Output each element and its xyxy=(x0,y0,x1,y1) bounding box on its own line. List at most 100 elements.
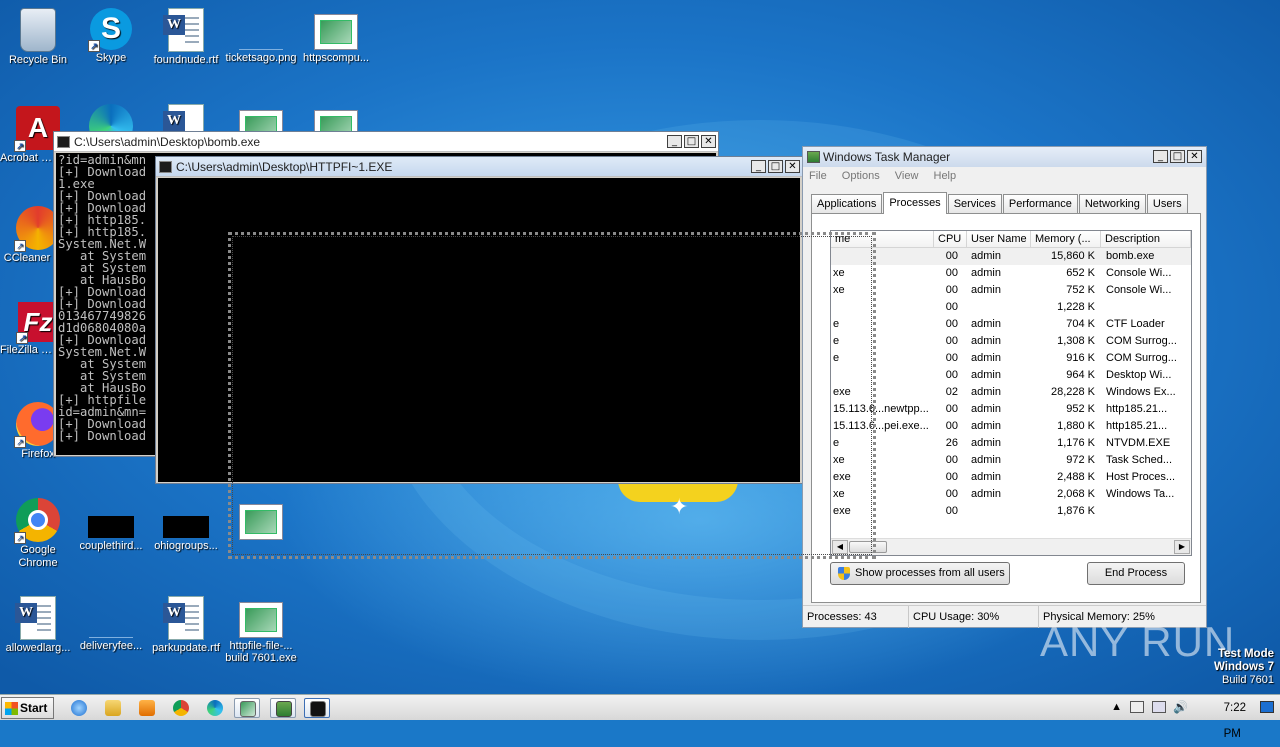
horizontal-scrollbar[interactable]: ◀ ▶ xyxy=(831,538,1191,555)
scroll-left-arrow-icon[interactable]: ◀ xyxy=(832,540,848,554)
maximize-button[interactable]: □ xyxy=(1170,150,1185,163)
show-all-processes-button[interactable]: Show processes from all users xyxy=(830,562,1010,585)
user-cell: admin xyxy=(971,318,1001,330)
httpfi-console-titlebar[interactable]: C:\Users\admin\Desktop\HTTPFI~1.EXE _ □ … xyxy=(156,157,802,177)
table-row[interactable]: e 26 admin 1,176 K NTVDM.EXE xyxy=(831,435,1191,452)
tab-performance[interactable]: Performance xyxy=(1002,194,1078,214)
table-row[interactable]: exe 02 admin 28,228 K Windows Ex... xyxy=(831,384,1191,401)
column-description[interactable]: Description xyxy=(1101,231,1191,248)
desktop-icon-ohiogroups[interactable]: ohiogroups... xyxy=(148,498,224,553)
minimize-button[interactable]: _ xyxy=(1153,150,1168,163)
desktop-icon-parkupdate[interactable]: W parkupdate.rtf xyxy=(148,596,224,655)
flag-icon[interactable] xyxy=(1130,701,1144,713)
task-manager-menubar: File Options View Help xyxy=(803,167,1206,185)
test-mode-line3: Build 7601 xyxy=(1222,674,1274,686)
desktop-icon-couplethird[interactable]: couplethird... xyxy=(73,498,149,553)
table-row[interactable]: xe 00 admin 752 K Console Wi... xyxy=(831,282,1191,299)
desktop-icon-skype[interactable]: S ↗ Skype xyxy=(73,8,149,65)
table-row[interactable]: exe 00 1,876 K xyxy=(831,503,1191,520)
memory-cell: 752 K xyxy=(1066,284,1095,296)
volume-icon[interactable]: 🔊 xyxy=(1173,700,1188,714)
task-manager-window[interactable]: Windows Task Manager _ □ ✕ File Options … xyxy=(802,146,1207,628)
taskbar-media-player[interactable] xyxy=(134,698,160,718)
memory-cell: 2,068 K xyxy=(1057,488,1095,500)
process-list[interactable]: me CPU User Name Memory (... Description… xyxy=(830,230,1192,556)
minimize-button[interactable]: _ xyxy=(667,135,682,148)
desktop-icon-ticketsago[interactable]: ticketsago.png xyxy=(223,8,299,65)
scrollbar-thumb[interactable] xyxy=(849,541,887,553)
task-manager-icon xyxy=(807,151,820,163)
memory-cell: 972 K xyxy=(1066,454,1095,466)
taskbar-image-viewer[interactable] xyxy=(234,698,260,718)
tab-processes[interactable]: Processes xyxy=(883,192,947,214)
tab-networking[interactable]: Networking xyxy=(1078,194,1146,214)
column-image-name[interactable]: me xyxy=(831,231,934,248)
close-button[interactable]: ✕ xyxy=(785,160,800,173)
taskbar-console[interactable] xyxy=(304,698,330,718)
cpu-cell: 00 xyxy=(945,284,958,296)
maximize-button[interactable]: □ xyxy=(684,135,699,148)
menu-options[interactable]: Options xyxy=(842,170,880,182)
minimize-button[interactable]: _ xyxy=(751,160,766,173)
maximize-button[interactable]: □ xyxy=(768,160,783,173)
taskbar-explorer[interactable] xyxy=(100,698,126,718)
desktop-icon-dragged-image[interactable] xyxy=(223,498,299,542)
desktop-icon-httpscompu[interactable]: httpscompu... xyxy=(298,8,374,65)
process-name-cell: xe xyxy=(833,284,845,296)
desktop-icon-allowedlarg[interactable]: W allowedlarg... xyxy=(0,596,76,655)
taskbar-task-manager[interactable] xyxy=(270,698,296,718)
close-button[interactable]: ✕ xyxy=(701,135,716,148)
table-row[interactable]: xe 00 admin 652 K Console Wi... xyxy=(831,265,1191,282)
tab-users[interactable]: Users xyxy=(1146,194,1188,214)
menu-view[interactable]: View xyxy=(895,170,919,182)
network-icon[interactable] xyxy=(1152,701,1166,713)
description-cell: http185.21... xyxy=(1106,403,1168,415)
description-cell: Windows Ex... xyxy=(1106,386,1176,398)
end-process-button[interactable]: End Process xyxy=(1087,562,1185,585)
bomb-console-titlebar[interactable]: C:\Users\admin\Desktop\bomb.exe _ □ ✕ xyxy=(54,132,718,152)
menu-help[interactable]: Help xyxy=(934,170,957,182)
desktop-icon-recycle-bin[interactable]: Recycle Bin xyxy=(0,8,76,67)
table-row[interactable]: xe 00 admin 972 K Task Sched... xyxy=(831,452,1191,469)
table-row[interactable]: e 00 admin 704 K CTF Loader xyxy=(831,316,1191,333)
black-file-icon xyxy=(88,516,134,538)
column-memory[interactable]: Memory (... xyxy=(1031,231,1101,248)
table-row[interactable]: 00 admin 15,860 K bomb.exe xyxy=(831,248,1191,265)
desktop-icon-httpfile[interactable]: httpfile-file-... build 7601.exe xyxy=(223,596,299,664)
skype-icon: S ↗ xyxy=(88,8,132,52)
show-desktop-icon[interactable] xyxy=(1260,701,1274,713)
taskbar-chrome[interactable] xyxy=(168,698,194,718)
scroll-right-arrow-icon[interactable]: ▶ xyxy=(1174,540,1190,554)
close-button[interactable]: ✕ xyxy=(1187,150,1202,163)
table-row[interactable]: 15.113.6...newtpp... 00 admin 952 K http185.… xyxy=(831,401,1191,418)
user-cell: admin xyxy=(971,454,1001,466)
taskbar-ie[interactable] xyxy=(66,698,92,718)
tab-applications[interactable]: Applications xyxy=(811,194,883,214)
table-row[interactable]: xe 00 admin 2,068 K Windows Ta... xyxy=(831,486,1191,503)
httpfi-console-window[interactable]: C:\Users\admin\Desktop\HTTPFI~1.EXE _ □ … xyxy=(155,156,803,484)
desktop-icon-foundnude[interactable]: W foundnude.rtf xyxy=(148,8,224,67)
table-row[interactable]: 00 1,228 K xyxy=(831,299,1191,316)
memory-cell: 704 K xyxy=(1066,318,1095,330)
desktop-icon-chrome[interactable]: ↗ Google Chrome xyxy=(0,498,76,570)
table-row[interactable]: exe 00 admin 2,488 K Host Proces... xyxy=(831,469,1191,486)
chrome-icon xyxy=(173,700,189,716)
taskbar-edge[interactable] xyxy=(202,698,228,718)
task-manager-titlebar[interactable]: Windows Task Manager _ □ ✕ xyxy=(803,147,1206,167)
clock[interactable]: 7:22 PM xyxy=(1224,695,1246,747)
taskbar: Start ▲ 🔊 7:22 PM xyxy=(0,694,1280,740)
table-row[interactable]: e 00 admin 916 K COM Surrog... xyxy=(831,350,1191,367)
start-button[interactable]: Start xyxy=(1,697,54,719)
column-user-name[interactable]: User Name xyxy=(967,231,1031,248)
httpfi-console-output[interactable] xyxy=(158,178,800,482)
task-manager-icon xyxy=(276,701,292,717)
table-row[interactable]: 00 admin 964 K Desktop Wi... xyxy=(831,367,1191,384)
show-hidden-icons-icon[interactable]: ▲ xyxy=(1111,701,1122,713)
menu-file[interactable]: File xyxy=(809,170,827,182)
desktop-icon-deliveryfee[interactable]: deliveryfee... xyxy=(73,596,149,653)
tab-services[interactable]: Services xyxy=(947,194,1002,214)
table-row[interactable]: e 00 admin 1,308 K COM Surrog... xyxy=(831,333,1191,350)
task-manager-tabs: Applications Processes Services Performa… xyxy=(811,192,1189,214)
column-cpu[interactable]: CPU xyxy=(934,231,967,248)
table-row[interactable]: 15.113.6...pei.exe... 00 admin 1,880 K http1… xyxy=(831,418,1191,435)
